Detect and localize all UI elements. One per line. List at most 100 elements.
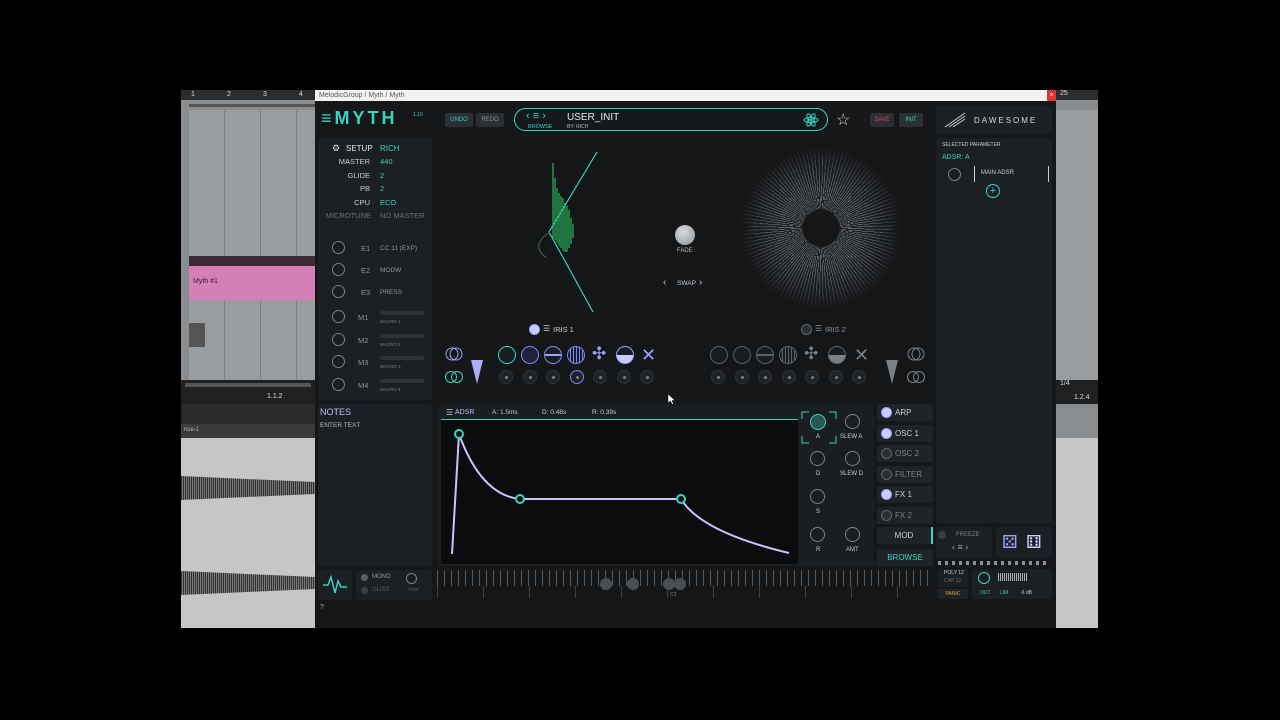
output-knob[interactable] — [978, 572, 990, 584]
release-knob[interactable] — [810, 527, 825, 542]
setup-master-value[interactable]: 440 — [380, 157, 393, 166]
iris1-fan-icon[interactable]: ✣ — [592, 344, 606, 364]
iris-mod-dot[interactable] — [852, 370, 866, 384]
attack-node[interactable] — [454, 429, 464, 439]
help-button[interactable]: ? — [320, 604, 324, 611]
macro-bar[interactable] — [380, 333, 424, 338]
undo-button[interactable]: UNDO — [445, 113, 473, 127]
iris2-toggle[interactable] — [801, 324, 812, 335]
module-toggle[interactable] — [881, 448, 892, 459]
iris-mod-dot[interactable] — [758, 370, 772, 384]
mod-slot[interactable]: MAIN ADSR — [974, 166, 1049, 182]
keyboard-strip[interactable]: C3 — [437, 570, 931, 600]
module-toggle[interactable] — [881, 489, 892, 500]
iris2-x-icon[interactable]: ✕ — [854, 345, 869, 366]
menu-icon[interactable]: ☰ — [543, 324, 550, 333]
macro-bar[interactable] — [380, 378, 424, 383]
redo-button[interactable]: REDO — [476, 113, 504, 127]
macro-4-knob[interactable] — [332, 377, 345, 391]
macro-3-knob[interactable] — [332, 355, 345, 368]
module-toggle[interactable] — [881, 427, 892, 439]
freeze-toggle[interactable] — [938, 531, 946, 539]
envelope-graph[interactable] — [441, 419, 798, 564]
iris2-overlap-icon[interactable] — [907, 346, 925, 362]
iris2-half-icon[interactable] — [828, 346, 846, 364]
expr-3-knob[interactable] — [332, 285, 345, 298]
waveform-button[interactable] — [318, 570, 352, 600]
iris1-half-icon[interactable] — [616, 346, 634, 364]
iris1-comb-icon[interactable] — [567, 346, 585, 364]
mod-button[interactable]: MOD — [877, 527, 933, 544]
iris-mod-dot[interactable] — [828, 370, 843, 384]
init-button[interactable]: INIT — [899, 113, 923, 127]
time-knob[interactable] — [406, 573, 417, 584]
iris1-toggle[interactable] — [529, 324, 540, 335]
iris-mod-dot[interactable] — [781, 370, 796, 384]
macro-2-knob[interactable] — [332, 332, 345, 346]
favorite-star-icon[interactable]: ☆ — [836, 110, 850, 130]
envelope-curve[interactable] — [441, 420, 798, 565]
cap-label[interactable]: CAP 12 — [944, 578, 961, 584]
daw-clip[interactable]: Myth #1 — [189, 266, 315, 300]
daw-ruler[interactable]: 1 2 3 4 — [181, 90, 315, 100]
iris1-level-icon[interactable] — [471, 360, 483, 384]
quantize-label[interactable]: 1/4 — [1060, 380, 1070, 387]
mono-toggle[interactable] — [361, 574, 368, 581]
setup-user[interactable]: RICH — [380, 144, 400, 153]
module-arp[interactable]: ARP — [877, 404, 933, 421]
expr-source[interactable]: PRESS — [380, 289, 402, 296]
iris1-x-icon[interactable]: ✕ — [641, 345, 656, 366]
expr-source[interactable]: MODW — [380, 267, 401, 274]
slew-d-knob[interactable] — [845, 451, 860, 466]
iris-mod-dot[interactable] — [640, 370, 654, 384]
module-osc-1[interactable]: OSC 1 — [877, 424, 933, 442]
menu-icon[interactable]: ☰ — [815, 324, 822, 333]
iris-mod-dot[interactable] — [522, 370, 537, 384]
preset-browser[interactable]: ‹ ≡ › BROWSE USER_INIT BY: RICH — [514, 108, 828, 131]
setup-microtune-value[interactable]: NO MASTER — [380, 211, 425, 220]
iris-mod-dot[interactable] — [734, 370, 749, 384]
notes-input[interactable]: ENTER TEXT — [320, 422, 360, 429]
iris-mod-dot[interactable] — [546, 370, 560, 384]
decay-knob[interactable] — [810, 451, 825, 466]
module-toggle[interactable] — [881, 509, 892, 521]
iris2-fan-icon[interactable]: ✣ — [804, 344, 818, 364]
iris1-overlap-icon[interactable] — [445, 346, 463, 362]
iris-mod-dot[interactable] — [499, 370, 513, 384]
iris1-display[interactable] — [517, 148, 607, 318]
swap-prev-icon[interactable]: ‹ — [663, 277, 666, 288]
iris-mod-dot[interactable] — [711, 370, 725, 384]
iris1-dot-icon[interactable] — [521, 346, 539, 364]
module-fx-2[interactable]: FX 2 — [877, 506, 933, 524]
gear-icon[interactable]: ⚙ — [332, 143, 340, 154]
atom-icon[interactable] — [803, 112, 819, 128]
mutate-icon[interactable]: ⚅ — [1026, 532, 1042, 553]
expr-1-knob[interactable] — [332, 241, 345, 254]
module-osc-2[interactable]: OSC 2 — [877, 445, 933, 462]
daw-scroll[interactable] — [189, 104, 315, 107]
module-toggle[interactable] — [881, 468, 892, 480]
decay-node[interactable] — [515, 494, 525, 504]
setup-pb-value[interactable]: 2 — [380, 184, 384, 193]
key-marker[interactable] — [600, 578, 612, 590]
macro-bar[interactable] — [380, 311, 424, 315]
iris1-cross-icon[interactable] — [544, 346, 562, 364]
setup-cpu-value[interactable]: ECO — [380, 198, 396, 207]
daw-device[interactable] — [189, 323, 205, 347]
slew-a-knob[interactable] — [845, 414, 860, 429]
macro-bar[interactable] — [380, 356, 424, 360]
iris-mod-dot[interactable] — [569, 370, 584, 384]
preset-nav-icon[interactable]: ‹ ≡ › — [526, 110, 546, 122]
expr-source[interactable]: CC 11 (EXP) — [380, 245, 417, 252]
macro-1-knob[interactable] — [332, 310, 345, 323]
iris2-display[interactable] — [741, 148, 901, 308]
iris2-comb-icon[interactable] — [779, 346, 797, 364]
iris-mod-dot[interactable] — [593, 370, 607, 384]
iris-mod-dot[interactable] — [616, 370, 631, 384]
key-marker[interactable] — [627, 578, 639, 590]
menu-icon[interactable]: ☰ — [446, 408, 453, 417]
module-filter[interactable]: FILTER — [877, 465, 933, 483]
iris1-phase-icon[interactable] — [498, 346, 516, 364]
iris-mod-dot[interactable] — [805, 370, 819, 384]
iris2-link-icon[interactable] — [907, 370, 925, 384]
